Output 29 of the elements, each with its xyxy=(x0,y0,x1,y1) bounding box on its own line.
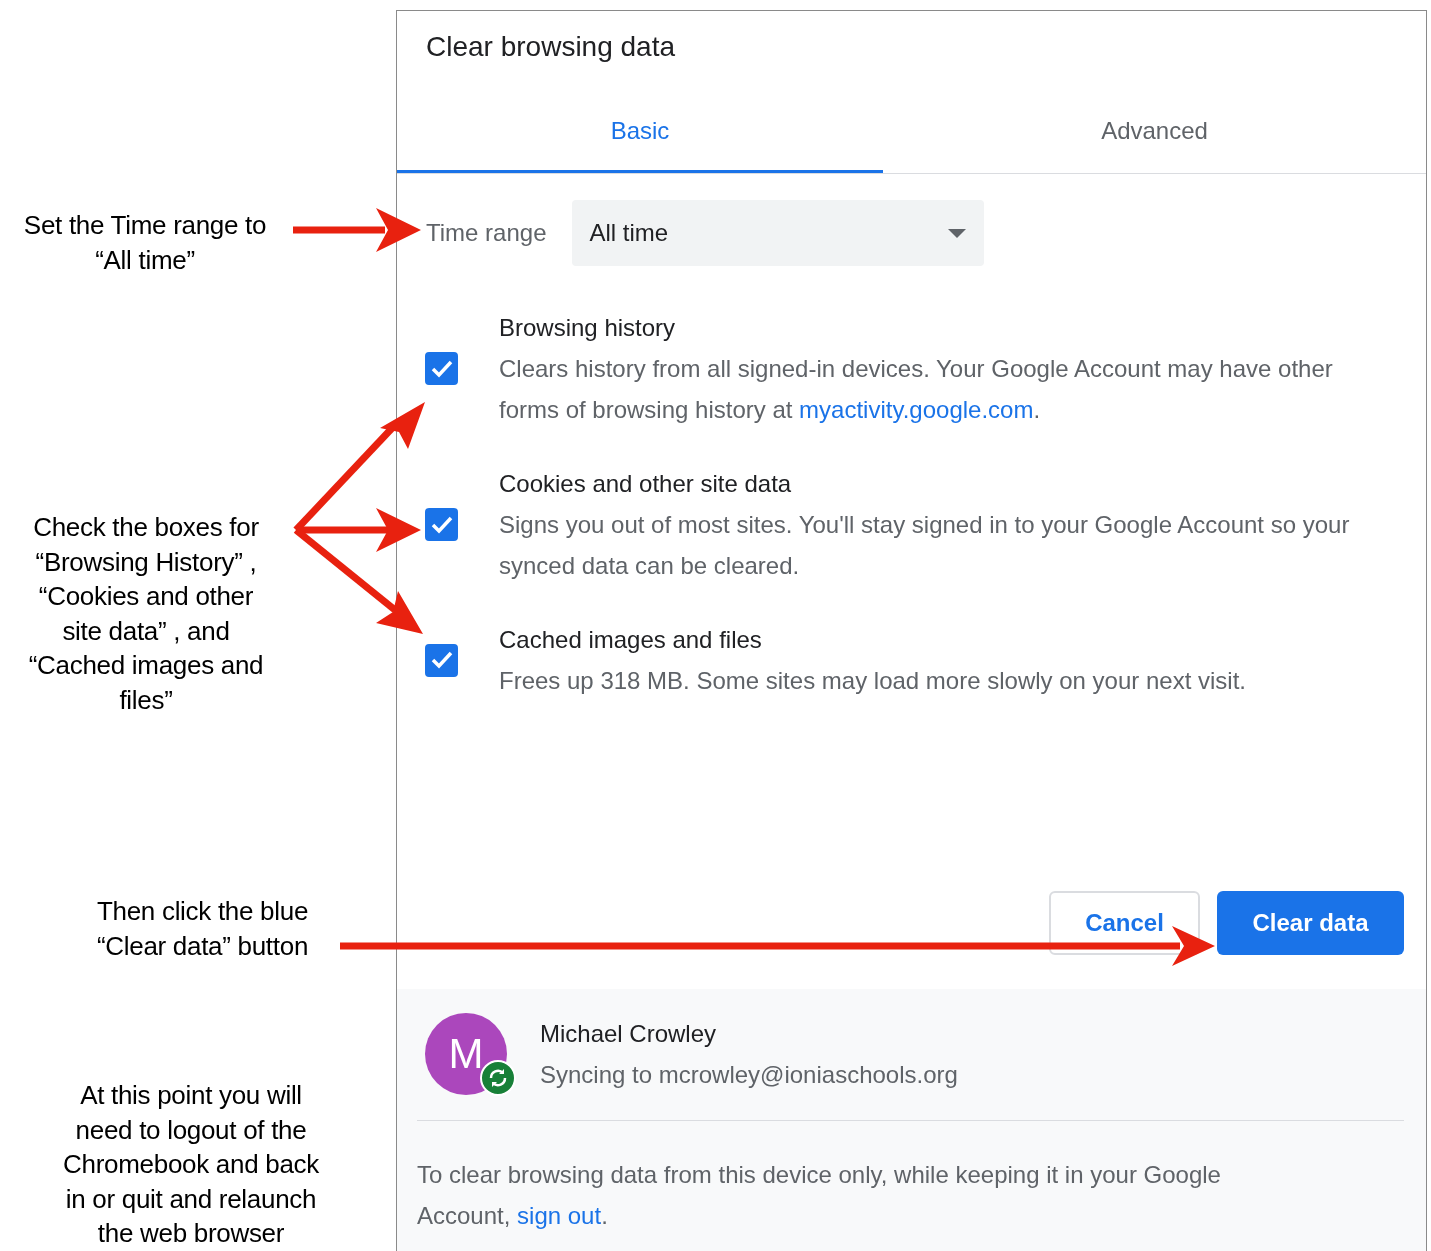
option-title: Cookies and other site data xyxy=(499,469,793,499)
dialog-title: Clear browsing data xyxy=(425,30,677,64)
checkbox[interactable] xyxy=(425,643,458,677)
time-range-dropdown[interactable]: All time xyxy=(571,200,984,266)
option-title: Browsing history xyxy=(499,313,677,343)
time-range-label: Time range xyxy=(426,219,547,247)
check-icon xyxy=(429,358,454,379)
caret-icon xyxy=(947,228,966,238)
sync-icon xyxy=(480,1060,516,1096)
clear-data-button[interactable]: Clear data xyxy=(1217,891,1404,955)
link[interactable]: myactivity.google.com xyxy=(799,396,1034,423)
option-description: Signs you out of most sites. You'll stay signed in to your Google Account so your synced data can be cleared. xyxy=(499,510,1351,581)
check-icon xyxy=(429,650,454,670)
annotation-text: Set the Time range to “All time” xyxy=(22,209,268,277)
account-name: Michael Crowley xyxy=(540,1019,718,1049)
sync-status: Syncing to mcrowley@ioniaschools.org xyxy=(540,1060,958,1090)
option-description: Frees up 318 MB. Some sites may load more slowly on your next visit. xyxy=(499,666,1247,696)
option-title: Cached images and files xyxy=(499,625,763,655)
option-description: Clears history from all signed-in devices. Your Google Account may have other forms of browsing history at myactivity.google.com. xyxy=(499,354,1334,425)
sign-out-link[interactable]: sign out xyxy=(517,1202,602,1229)
tab[interactable]: Advanced xyxy=(883,91,1426,173)
tab[interactable]: Basic xyxy=(397,91,883,173)
check-icon xyxy=(429,514,454,535)
sign-out-note: To clear browsing data from this device only, while keeping it in your Google Account, sign out. xyxy=(417,1160,1222,1231)
checkbox[interactable] xyxy=(425,508,458,541)
checkbox[interactable] xyxy=(425,352,458,385)
annotation-text: Then click the blue “Clear data” button xyxy=(95,895,310,963)
annotation-text: Check the boxes for “Browsing History” , “Cookies and other site data” , and “Cached images and files” xyxy=(27,511,265,717)
annotation-text: At this point you will need to logout of the Chromebook and back in or quit and relaunch the web browser xyxy=(62,1079,320,1250)
